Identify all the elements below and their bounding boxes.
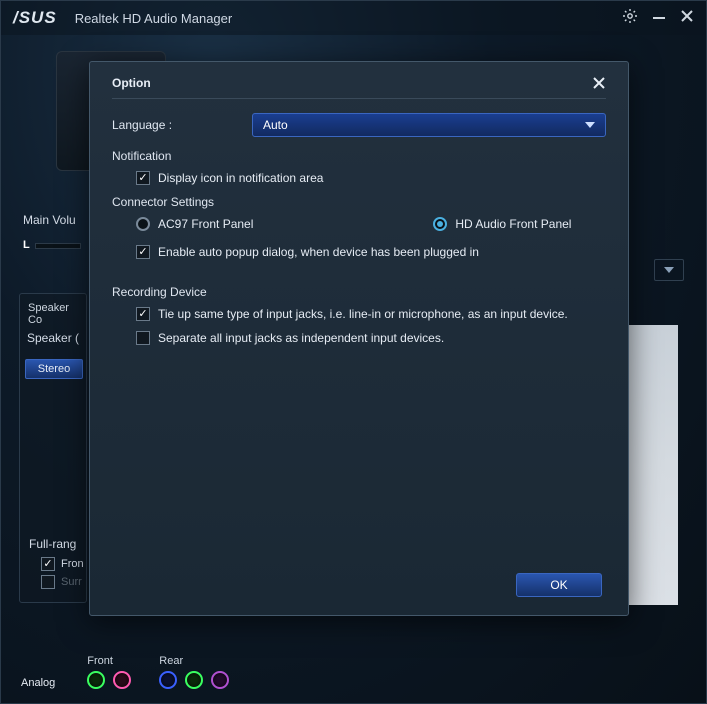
title-bar: /SUS Realtek HD Audio Manager xyxy=(1,1,706,35)
app-title: Realtek HD Audio Manager xyxy=(75,11,622,26)
settings-icon[interactable] xyxy=(622,8,638,29)
speaker-label: Speaker ( xyxy=(27,331,79,345)
recording-device-heading: Recording Device xyxy=(112,285,606,299)
separate-jacks-checkbox[interactable]: Separate all input jacks as independent … xyxy=(136,331,606,345)
checkbox-icon xyxy=(136,331,150,345)
hd-audio-radio[interactable]: HD Audio Front Panel xyxy=(433,217,571,231)
rear-green-jack-icon[interactable] xyxy=(185,671,203,689)
close-icon[interactable] xyxy=(680,9,694,28)
left-channel-label: L xyxy=(23,239,30,251)
front-ports-label: Front xyxy=(87,655,131,667)
ok-button[interactable]: OK xyxy=(516,573,602,597)
language-value: Auto xyxy=(263,118,288,132)
separate-label: Separate all input jacks as independent … xyxy=(158,331,444,345)
tie-up-label: Tie up same type of input jacks, i.e. li… xyxy=(158,307,568,321)
checkbox-icon xyxy=(136,245,150,259)
speaker-layout-image xyxy=(626,325,678,605)
rear-purple-jack-icon[interactable] xyxy=(211,671,229,689)
ac97-label: AC97 Front Panel xyxy=(158,217,253,231)
fullrange-label: Full-rang xyxy=(29,537,76,551)
asus-logo: /SUS xyxy=(13,8,57,28)
front-label: Fron xyxy=(61,558,84,570)
hd-audio-label: HD Audio Front Panel xyxy=(455,217,571,231)
radio-icon xyxy=(433,217,447,231)
title-controls xyxy=(622,8,694,29)
front-speaker-checkbox[interactable]: Fron xyxy=(41,557,84,571)
analog-label: Analog xyxy=(21,677,55,689)
auto-popup-label: Enable auto popup dialog, when device ha… xyxy=(158,245,479,259)
notification-icon-label: Display icon in notification area xyxy=(158,171,323,185)
main-window: /SUS Realtek HD Audio Manager Main Volu … xyxy=(0,0,707,704)
option-dialog: Option Language : Auto Notification Disp… xyxy=(89,61,629,616)
speaker-config-header: Speaker Co xyxy=(20,294,86,334)
language-select[interactable]: Auto xyxy=(252,113,606,137)
language-label: Language : xyxy=(112,118,252,132)
chevron-down-icon xyxy=(585,122,595,128)
auto-popup-checkbox[interactable]: Enable auto popup dialog, when device ha… xyxy=(136,245,606,259)
notification-heading: Notification xyxy=(112,149,606,163)
language-row: Language : Auto xyxy=(112,113,606,137)
notification-icon-checkbox[interactable]: Display icon in notification area xyxy=(136,171,606,185)
checkbox-icon xyxy=(41,575,55,589)
tie-up-checkbox[interactable]: Tie up same type of input jacks, i.e. li… xyxy=(136,307,606,321)
device-dropdown[interactable] xyxy=(654,259,684,281)
radio-icon xyxy=(136,217,150,231)
front-port-group: Front xyxy=(87,655,131,689)
front-green-jack-icon[interactable] xyxy=(87,671,105,689)
dialog-title: Option xyxy=(112,76,151,90)
ac97-radio[interactable]: AC97 Front Panel xyxy=(136,217,253,231)
main-volume-label: Main Volu xyxy=(23,213,76,227)
minimize-icon[interactable] xyxy=(652,9,666,28)
surround-label: Surr xyxy=(61,576,82,588)
rear-ports-label: Rear xyxy=(159,655,229,667)
surround-speaker-checkbox: Surr xyxy=(41,575,82,589)
stereo-button[interactable]: Stereo xyxy=(25,359,83,379)
checkbox-icon xyxy=(136,171,150,185)
volume-slider[interactable] xyxy=(35,243,81,249)
dialog-title-row: Option xyxy=(112,76,606,99)
port-row: Analog Front Rear xyxy=(21,655,229,689)
connector-settings-heading: Connector Settings xyxy=(112,195,606,209)
rear-blue-jack-icon[interactable] xyxy=(159,671,177,689)
dialog-close-icon[interactable] xyxy=(592,76,606,90)
checkbox-icon xyxy=(41,557,55,571)
front-pink-jack-icon[interactable] xyxy=(113,671,131,689)
connector-radio-row: AC97 Front Panel HD Audio Front Panel xyxy=(136,217,606,231)
checkbox-icon xyxy=(136,307,150,321)
dialog-body: Language : Auto Notification Display ico… xyxy=(112,99,606,345)
rear-port-group: Rear xyxy=(159,655,229,689)
